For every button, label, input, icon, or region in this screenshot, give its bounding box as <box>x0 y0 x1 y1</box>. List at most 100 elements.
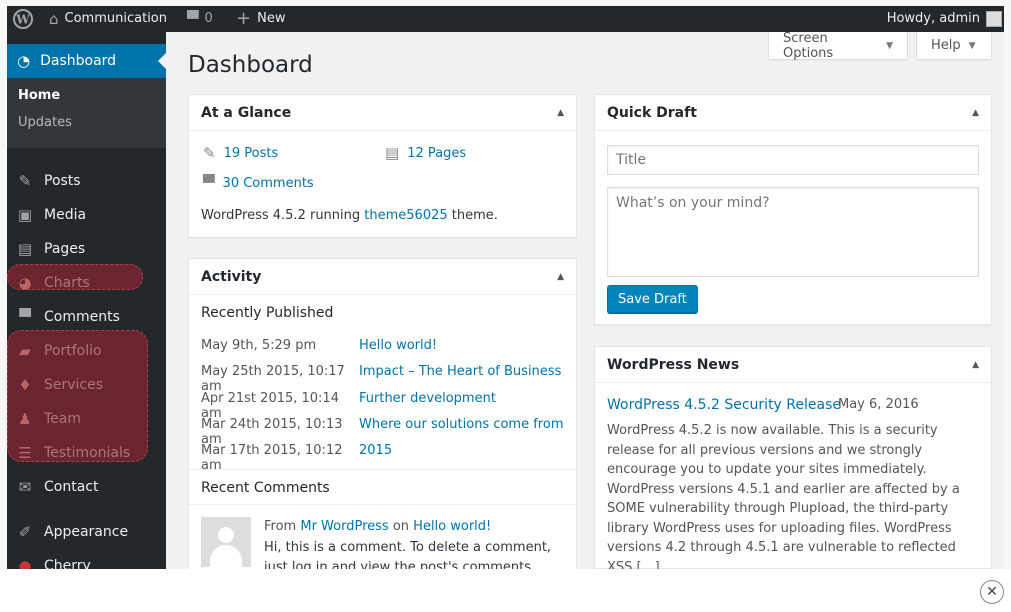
recent-comments-heading: Recent Comments <box>201 480 330 496</box>
menu-item-comments[interactable]: ▀ Comments <box>7 302 166 332</box>
site-name-link[interactable]: ⌂ Communication <box>49 6 167 32</box>
triangle-down-icon: ▼ <box>886 40 893 51</box>
help-button[interactable]: Help ▼ <box>916 32 992 60</box>
menu-item-pages[interactable]: ▤ Pages <box>7 234 166 264</box>
menu-item-label: Services <box>44 377 104 393</box>
draft-content-textarea[interactable]: What’s on your mind? <box>607 187 979 277</box>
comments-link[interactable]: ▀ 0 <box>187 6 213 32</box>
widget-header: At a Glance ▲ <box>189 95 576 131</box>
post-link[interactable]: Hello world! <box>359 338 437 353</box>
post-date: May 25th 2015, 10:17 am <box>201 364 345 394</box>
news-item-date: May 6, 2016 <box>838 397 919 412</box>
menu-item-portfolio[interactable]: ▰ Portfolio <box>7 336 166 366</box>
main-content: Dashboard Screen Options ▼ Help ▼ At a G… <box>166 31 1004 569</box>
post-link[interactable]: Where our solutions come from <box>359 417 563 432</box>
news-item-title-link[interactable]: WordPress 4.5.2 Security Release <box>607 397 841 413</box>
media-icon: ▣ <box>17 206 33 224</box>
menu-item-cherry[interactable]: ● Cherry <box>7 551 166 569</box>
avatar-head <box>218 527 234 543</box>
menu-item-label: Portfolio <box>44 343 102 359</box>
widget-header: Activity ▲ <box>189 259 576 295</box>
brush-icon: ✐ <box>18 523 32 541</box>
post-link[interactable]: Further development <box>359 391 496 406</box>
collapse-toggle-icon[interactable]: ▲ <box>557 108 564 118</box>
comments-count-link[interactable]: 30 Comments <box>223 176 314 191</box>
collapse-toggle-icon[interactable]: ▲ <box>972 108 979 118</box>
triangle-down-icon: ▼ <box>968 40 976 51</box>
version-suffix: theme. <box>447 208 498 223</box>
menu-item-appearance[interactable]: ✐ Appearance <box>7 517 166 547</box>
wordpress-news-widget: WordPress News ▲ WordPress 4.5.2 Securit… <box>594 346 992 569</box>
team-icon: ♟ <box>18 410 32 428</box>
comment-author-link[interactable]: Mr WordPress <box>300 519 388 534</box>
current-arrow <box>158 53 166 69</box>
version-line: WordPress 4.5.2 running theme56025 theme… <box>201 208 498 223</box>
new-content-link[interactable]: + New <box>236 6 285 32</box>
glance-pages[interactable]: ▤ 12 Pages <box>385 144 466 162</box>
menu-item-label: Media <box>44 207 87 223</box>
menu-item-label: Posts <box>44 173 81 189</box>
glance-posts[interactable]: ✎ 19 Posts <box>203 144 278 162</box>
comments-count: 0 <box>204 11 213 26</box>
screen-options-button[interactable]: Screen Options ▼ <box>768 31 908 61</box>
mail-icon: ✉ <box>18 478 32 496</box>
menu-item-services[interactable]: ♦ Services <box>7 370 166 400</box>
wp-logo-button[interactable]: W <box>13 6 33 32</box>
folder-icon: ▰ <box>19 342 31 360</box>
dashboard-submenu: Home Updates <box>7 78 166 148</box>
comment-icon: ▀ <box>19 308 31 326</box>
post-link[interactable]: 2015 <box>359 443 392 458</box>
pages-count-link[interactable]: 12 Pages <box>407 146 466 161</box>
draft-title-input[interactable]: Title <box>607 145 979 175</box>
submenu-item-home[interactable]: Home <box>18 88 60 103</box>
pages-icon: ▤ <box>17 240 33 258</box>
widget-title: Quick Draft <box>607 104 697 121</box>
menu-item-posts[interactable]: ✎ Posts <box>7 166 166 196</box>
menu-item-charts[interactable]: ◕ Charts <box>7 268 166 298</box>
menu-item-label: Appearance <box>44 524 129 540</box>
collapse-toggle-icon[interactable]: ▲ <box>972 360 979 370</box>
comment-meta: From Mr WordPress on Hello world! <box>264 519 491 534</box>
quick-draft-widget: Quick Draft ▲ Title What’s on your mind?… <box>594 94 992 325</box>
save-draft-button[interactable]: Save Draft <box>607 285 698 313</box>
collapse-toggle-icon[interactable]: ▲ <box>557 272 564 282</box>
posts-count-link[interactable]: 19 Posts <box>224 146 279 161</box>
menu-item-label: Pages <box>44 241 86 257</box>
wordpress-window: W ⌂ Communication ▀ 0 + New Howdy, admin… <box>7 6 1004 569</box>
my-account-link[interactable]: Howdy, admin <box>887 6 1002 32</box>
dashboard-icon: ◔ <box>17 52 31 70</box>
site-name: Communication <box>64 11 167 26</box>
post-link[interactable]: Impact – The Heart of Business <box>359 364 561 379</box>
close-icon[interactable]: ✕ <box>980 580 1004 604</box>
lightbulb-icon: ♦ <box>18 376 32 394</box>
new-label: New <box>257 11 286 26</box>
menu-item-label: Contact <box>44 479 99 495</box>
user-avatar-icon <box>986 11 1002 27</box>
widget-title: At a Glance <box>201 104 292 121</box>
page-title: Dashboard <box>188 52 313 78</box>
activity-widget: Activity ▲ Recently Published May 9th, 5… <box>188 258 577 569</box>
comment-bubble-icon: ▀ <box>187 10 199 28</box>
divider <box>189 469 576 470</box>
comment-post-link[interactable]: Hello world! <box>413 519 491 534</box>
glance-comments[interactable]: ▀ 30 Comments <box>203 174 314 192</box>
plus-icon: + <box>236 8 252 29</box>
menu-item-testimonials[interactable]: ☰ Testimonials <box>7 438 166 468</box>
widget-title: WordPress News <box>607 356 740 373</box>
quote-icon: ☰ <box>18 444 32 462</box>
menu-item-media[interactable]: ▣ Media <box>7 200 166 230</box>
menu-item-contact[interactable]: ✉ Contact <box>7 472 166 502</box>
menu-item-dashboard[interactable]: ◔ Dashboard <box>7 44 166 78</box>
pin-icon: ✎ <box>203 144 216 162</box>
comment-from-text: From <box>264 519 297 534</box>
menu-item-label: Team <box>44 411 82 427</box>
howdy-text: Howdy, admin <box>886 11 980 26</box>
theme-link[interactable]: theme56025 <box>364 208 447 223</box>
widget-title: Activity <box>201 268 262 285</box>
version-text: WordPress 4.5.2 running <box>201 208 365 223</box>
admin-menu: ◔ Dashboard Home Updates ✎ Posts ▣ Media… <box>7 32 166 569</box>
submenu-item-updates[interactable]: Updates <box>18 115 72 130</box>
menu-item-team[interactable]: ♟ Team <box>7 404 166 434</box>
menu-item-label: Comments <box>44 309 120 325</box>
widget-header: Quick Draft ▲ <box>595 95 991 131</box>
